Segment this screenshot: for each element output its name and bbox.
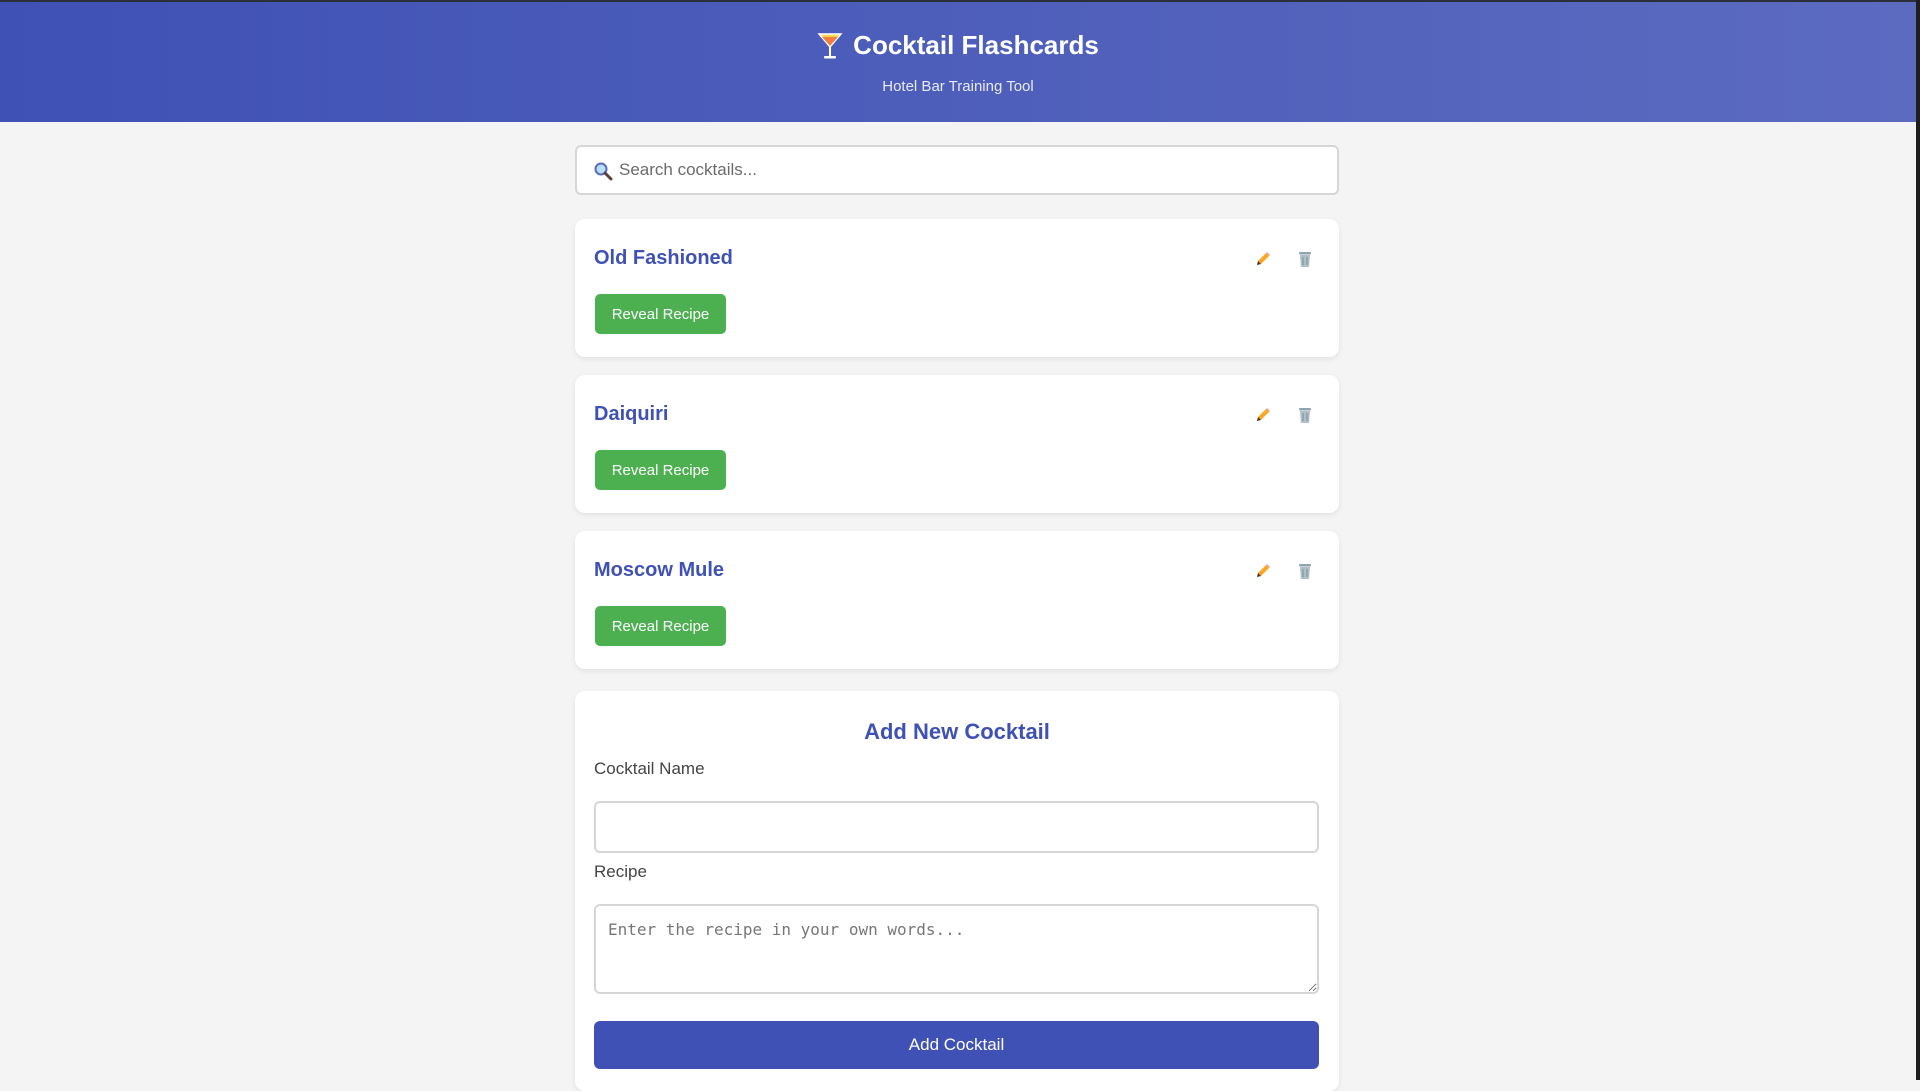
card-actions xyxy=(1253,405,1315,425)
cocktail-name-field[interactable] xyxy=(594,801,1319,853)
window-edge xyxy=(1916,0,1920,1080)
app-header: Cocktail Flashcards Hotel Bar Training T… xyxy=(0,0,1916,122)
cocktail-card: Moscow Mule Reveal Recipe xyxy=(575,531,1339,669)
main-container: Old Fashioned Reveal Recipe Daiqui xyxy=(575,145,1339,1091)
reveal-recipe-button[interactable]: Reveal Recipe xyxy=(595,606,726,646)
cocktail-glass-icon xyxy=(817,31,843,61)
cocktail-name: Old Fashioned xyxy=(594,247,733,269)
trash-icon[interactable] xyxy=(1295,249,1315,269)
recipe-label: Recipe xyxy=(594,862,647,881)
recipe-field[interactable] xyxy=(594,904,1319,994)
app-subtitle: Hotel Bar Training Tool xyxy=(882,78,1034,95)
cocktail-name: Daiquiri xyxy=(594,403,669,425)
cocktail-card: Old Fashioned Reveal Recipe xyxy=(575,219,1339,357)
add-cocktail-button[interactable]: Add Cocktail xyxy=(594,1021,1319,1069)
cocktail-name-label: Cocktail Name xyxy=(594,759,705,778)
card-actions xyxy=(1253,249,1315,269)
trash-icon[interactable] xyxy=(1295,561,1315,581)
card-actions xyxy=(1253,561,1315,581)
search-input[interactable] xyxy=(617,147,1327,193)
pencil-icon[interactable] xyxy=(1253,405,1273,425)
form-title: Add New Cocktail xyxy=(864,719,1050,744)
header-title-row: Cocktail Flashcards xyxy=(0,30,1916,61)
app-title: Cocktail Flashcards xyxy=(853,30,1099,60)
cocktail-card: Daiquiri Reveal Recipe xyxy=(575,375,1339,513)
reveal-recipe-button[interactable]: Reveal Recipe xyxy=(595,294,726,334)
trash-icon[interactable] xyxy=(1295,405,1315,425)
pencil-icon[interactable] xyxy=(1253,249,1273,269)
pencil-icon[interactable] xyxy=(1253,561,1273,581)
search-box xyxy=(575,145,1339,195)
reveal-recipe-button[interactable]: Reveal Recipe xyxy=(595,450,726,490)
add-cocktail-form: Add New Cocktail Cocktail Name Recipe Ad… xyxy=(575,691,1339,1091)
search-icon xyxy=(593,161,613,181)
cocktail-name: Moscow Mule xyxy=(594,559,725,581)
